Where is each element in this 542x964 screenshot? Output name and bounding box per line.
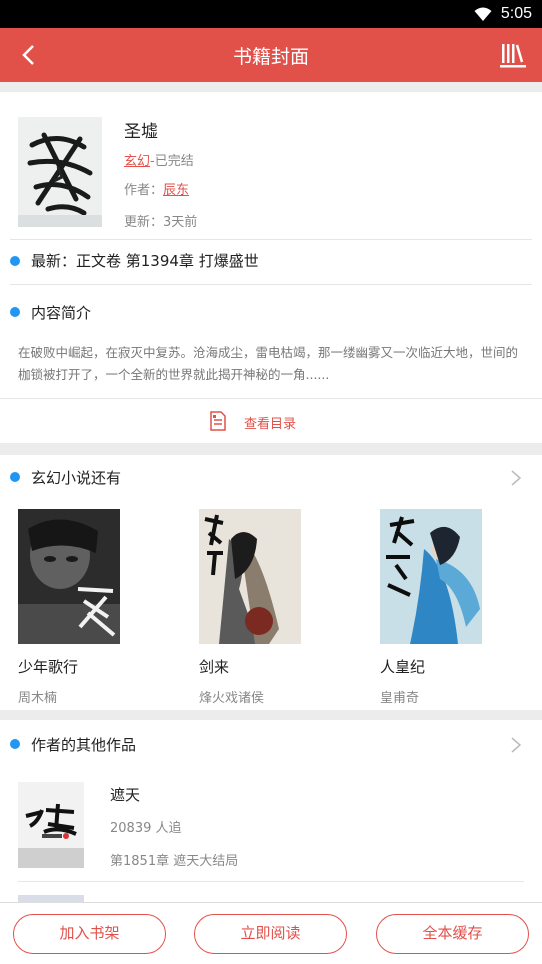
recommend-heading: 玄幻小说还有 (31, 469, 122, 487)
recommend-card: 玄幻小说还有 少年歌行 周木楠 剑来 烽火戏诸侯 人皇纪 皇甫奇 (0, 455, 542, 710)
divider (18, 881, 524, 882)
recommend-book[interactable]: 剑来 烽火戏诸侯 (199, 509, 339, 706)
other-book-title[interactable]: 遮天 (110, 784, 140, 805)
bookshelf-icon[interactable] (500, 42, 526, 68)
bottom-action-bar: 加入书架 立即阅读 全本缓存 (0, 902, 542, 964)
book-title: 圣墟 (124, 122, 158, 142)
intro-text: 在破败中崛起，在寂灭中复苏。沧海成尘，雷电枯竭，那一缕幽雾又一次临近大地，世间的… (18, 345, 519, 382)
book-info-card: 圣墟 玄幻-已完结 作者：辰东 更新：3天前 最新：正文卷 第1394章 打爆盛… (0, 92, 542, 443)
book-cover (380, 509, 482, 644)
read-now-button[interactable]: 立即阅读 (194, 914, 347, 954)
book-cover[interactable] (18, 782, 84, 868)
book-cover (199, 509, 301, 644)
book-update: 更新：3天前 (124, 215, 198, 230)
divider (10, 284, 532, 285)
cache-all-button[interactable]: 全本缓存 (376, 914, 529, 954)
app-bar: 书籍封面 (0, 28, 542, 82)
recommend-book-name: 人皇纪 (380, 658, 426, 676)
other-book-latest: 第1851章 遮天大结局 (110, 854, 239, 869)
author-label: 作者： (124, 183, 164, 198)
bullet-dot (10, 739, 20, 749)
bullet-dot (10, 256, 20, 266)
author-link[interactable]: 辰东 (163, 183, 189, 198)
recommend-book-name: 剑来 (199, 658, 230, 676)
book-status: -已完结 (150, 154, 194, 169)
intro-heading: 内容简介 (31, 304, 92, 322)
status-bar: 5:05 (0, 0, 542, 28)
add-to-shelf-button[interactable]: 加入书架 (13, 914, 166, 954)
book-cover (18, 117, 102, 227)
recommend-book-author: 皇甫奇 (380, 691, 420, 706)
recommend-book[interactable]: 人皇纪 皇甫奇 (380, 509, 520, 706)
bullet-dot (10, 472, 20, 482)
view-catalog-button[interactable]: 查看目录 (244, 413, 296, 432)
chevron-right-icon[interactable] (510, 469, 522, 487)
author-works-heading: 作者的其他作品 (31, 736, 137, 754)
book-cover (18, 509, 120, 644)
author-works-card: 作者的其他作品 遮天 20839 人追 第1851章 遮天大结局 (0, 720, 542, 910)
book-author-row: 作者：辰东 (124, 179, 189, 198)
recommend-book-name: 少年歌行 (18, 658, 79, 676)
catalog-icon[interactable] (209, 411, 227, 431)
chevron-right-icon[interactable] (510, 736, 522, 754)
book-category-row: 玄幻-已完结 (124, 150, 194, 169)
latest-chapter[interactable]: 最新：正文卷 第1394章 打爆盛世 (31, 250, 259, 271)
status-time: 5:05 (500, 5, 532, 22)
recommend-book-author: 周木楠 (18, 691, 58, 706)
divider (10, 239, 532, 240)
book-category-link[interactable]: 玄幻 (124, 154, 150, 169)
recommend-book-author: 烽火戏诸侯 (199, 691, 265, 706)
page-title: 书籍封面 (232, 46, 309, 68)
wifi-icon (474, 7, 492, 21)
divider (0, 398, 542, 399)
other-book-followers: 20839 人追 (110, 821, 182, 836)
bullet-dot (10, 307, 20, 317)
recommend-book[interactable]: 少年歌行 周木楠 (18, 509, 158, 706)
